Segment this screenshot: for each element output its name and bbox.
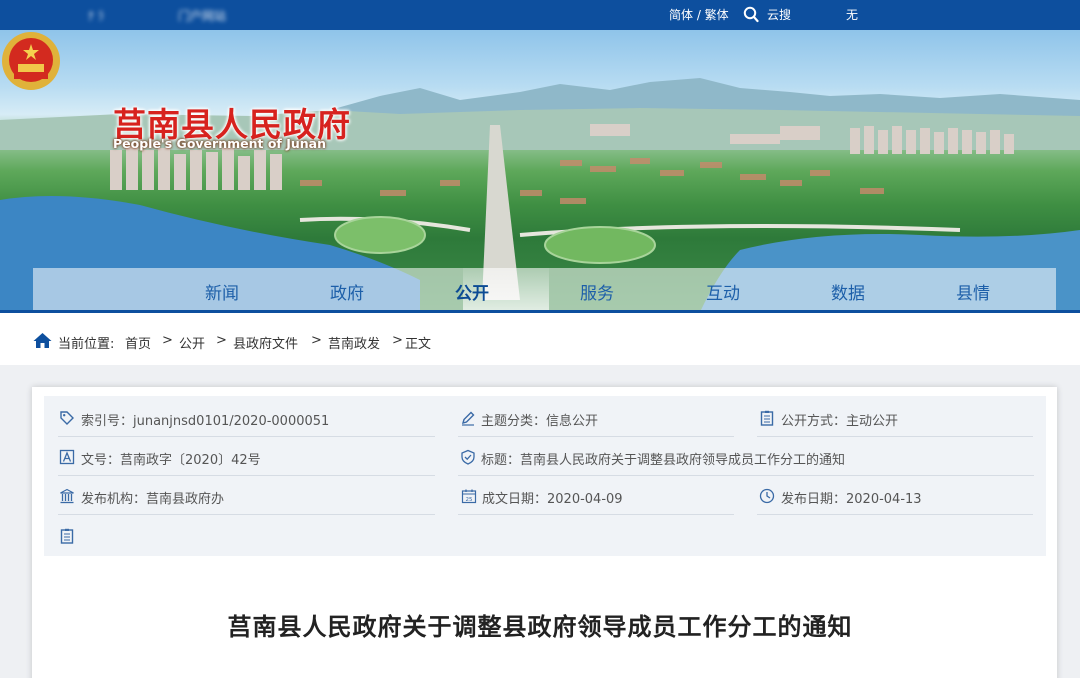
search-icon[interactable] — [743, 6, 759, 26]
language-switch[interactable]: 简体 / 繁体 — [669, 6, 729, 23]
building-icon — [60, 488, 74, 504]
meta-divider — [757, 514, 1033, 515]
tag-icon — [60, 411, 74, 425]
government-name-en: People's Government of Junan — [113, 136, 326, 151]
breadcrumb-home[interactable]: 首页 — [125, 333, 151, 352]
document-icon — [60, 528, 74, 544]
meta-topic: 主题分类：信息公开 — [481, 414, 599, 429]
meta-divider — [458, 514, 734, 515]
meta-doc-no: 文号：莒南政字〔2020〕42号 — [81, 453, 261, 468]
meta-divider — [458, 436, 734, 437]
main-navigation: 新闻 政府 公开 服务 互动 数据 县情 — [33, 268, 1056, 310]
portal-link[interactable]: 门户网站 — [178, 7, 226, 24]
nav-item-public[interactable]: 公开 — [455, 279, 489, 304]
meta-divider — [458, 475, 1034, 476]
breadcrumb-current: 正文 — [405, 337, 432, 352]
cloud-search-link[interactable]: 云搜 — [767, 6, 791, 23]
top-left-text-blurred[interactable]: ﾅ ﾗ — [88, 7, 104, 24]
svg-text:25: 25 — [466, 497, 473, 503]
article-title: 莒南县人民政府关于调整县政府领导成员工作分工的通知 — [227, 613, 853, 641]
nav-item-county-info[interactable]: 县情 — [956, 279, 990, 304]
breadcrumb-separator: > — [392, 333, 403, 348]
clock-icon — [759, 488, 775, 504]
meta-open-mode: 公开方式：主动公开 — [781, 414, 899, 429]
national-emblem-logo — [2, 32, 60, 90]
nav-item-government[interactable]: 政府 — [330, 279, 364, 304]
meta-title: 标题：莒南县人民政府关于调整县政府领导成员工作分工的通知 — [481, 453, 846, 468]
pencil-icon — [461, 411, 475, 426]
meta-divider — [58, 514, 435, 515]
breadcrumb-separator: > — [311, 333, 322, 348]
header-banner: 莒南县人民政府 People's Government of Junan 新闻 … — [0, 30, 1080, 312]
nav-item-service[interactable]: 服务 — [580, 279, 614, 304]
nav-item-data[interactable]: 数据 — [831, 279, 865, 304]
meta-published-date: 发布日期：2020-04-13 — [781, 492, 922, 507]
breadcrumb-separator: > — [162, 333, 173, 348]
breadcrumb-separator: > — [216, 333, 227, 348]
accessibility-link[interactable]: 无 — [846, 6, 858, 23]
nav-item-news[interactable]: 新闻 — [205, 279, 239, 304]
nav-item-interaction[interactable]: 互动 — [706, 279, 740, 304]
calendar-icon: 25 — [461, 489, 477, 504]
breadcrumb-county-docs[interactable]: 县政府文件 — [233, 333, 298, 352]
meta-divider — [757, 436, 1033, 437]
meta-created-date: 成文日期：2020-04-09 — [482, 492, 623, 507]
meta-divider — [58, 475, 435, 476]
document-icon — [760, 410, 774, 426]
home-icon — [33, 333, 52, 348]
meta-issuer: 发布机构：莒南县政府办 — [81, 492, 225, 507]
meta-divider — [58, 436, 435, 437]
top-utility-bar: ﾅ ﾗ 门户网站 简体 / 繁体 云搜 无 — [0, 0, 1080, 30]
letter-a-icon — [59, 449, 75, 465]
breadcrumb-junan-zhengfa[interactable]: 莒南政发 — [328, 333, 380, 352]
meta-index-no: 索引号：junanjnsd0101/2020-0000051 — [81, 414, 330, 429]
breadcrumb-public[interactable]: 公开 — [179, 333, 205, 352]
shield-check-icon — [461, 449, 475, 465]
breadcrumb-label: 当前位置: — [58, 337, 115, 352]
